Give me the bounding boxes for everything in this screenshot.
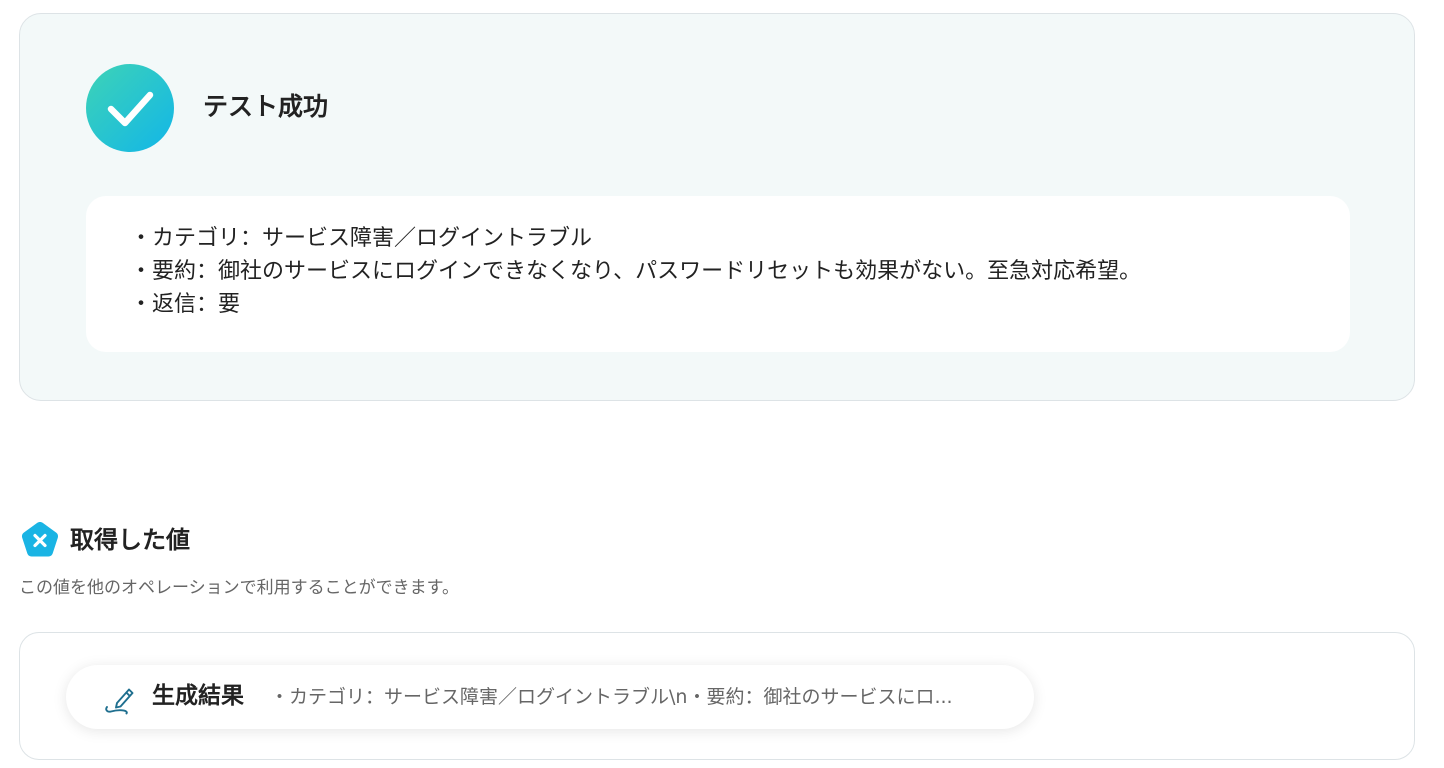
result-line-category: ・カテゴリ：サービス障害／ログイントラブル <box>130 226 593 251</box>
test-success-panel: テスト成功 ・カテゴリ：サービス障害／ログイントラブル ・要約：御社のサービスに… <box>19 13 1415 401</box>
value-chip-value: ・カテゴリ：サービス障害／ログイントラブル\n・要約：御社のサービスにロ... <box>270 686 953 708</box>
test-result-box: ・カテゴリ：サービス障害／ログイントラブル ・要約：御社のサービスにログインでき… <box>86 196 1350 352</box>
obtained-values-description: この値を他のオペレーションで利用することができます。 <box>19 578 459 598</box>
test-success-title: テスト成功 <box>203 92 329 121</box>
obtained-values-title: 取得した値 <box>70 526 190 554</box>
obtained-values-panel: 生成結果 ・カテゴリ：サービス障害／ログイントラブル\n・要約：御社のサービスに… <box>19 632 1415 760</box>
result-line-reply: ・返信：要 <box>130 292 241 317</box>
test-result-lines: ・カテゴリ：サービス障害／ログイントラブル ・要約：御社のサービスにログインでき… <box>130 222 1141 321</box>
value-chip-label: 生成結果 <box>152 683 244 709</box>
pen-icon <box>105 688 134 715</box>
check-icon <box>86 64 174 152</box>
pentagon-x-icon <box>21 522 59 557</box>
result-line-summary: ・要約：御社のサービスにログインできなくなり、パスワードリセットも効果がない。至… <box>130 259 1142 284</box>
value-chip-generated-result[interactable]: 生成結果 ・カテゴリ：サービス障害／ログイントラブル\n・要約：御社のサービスに… <box>66 665 1034 729</box>
